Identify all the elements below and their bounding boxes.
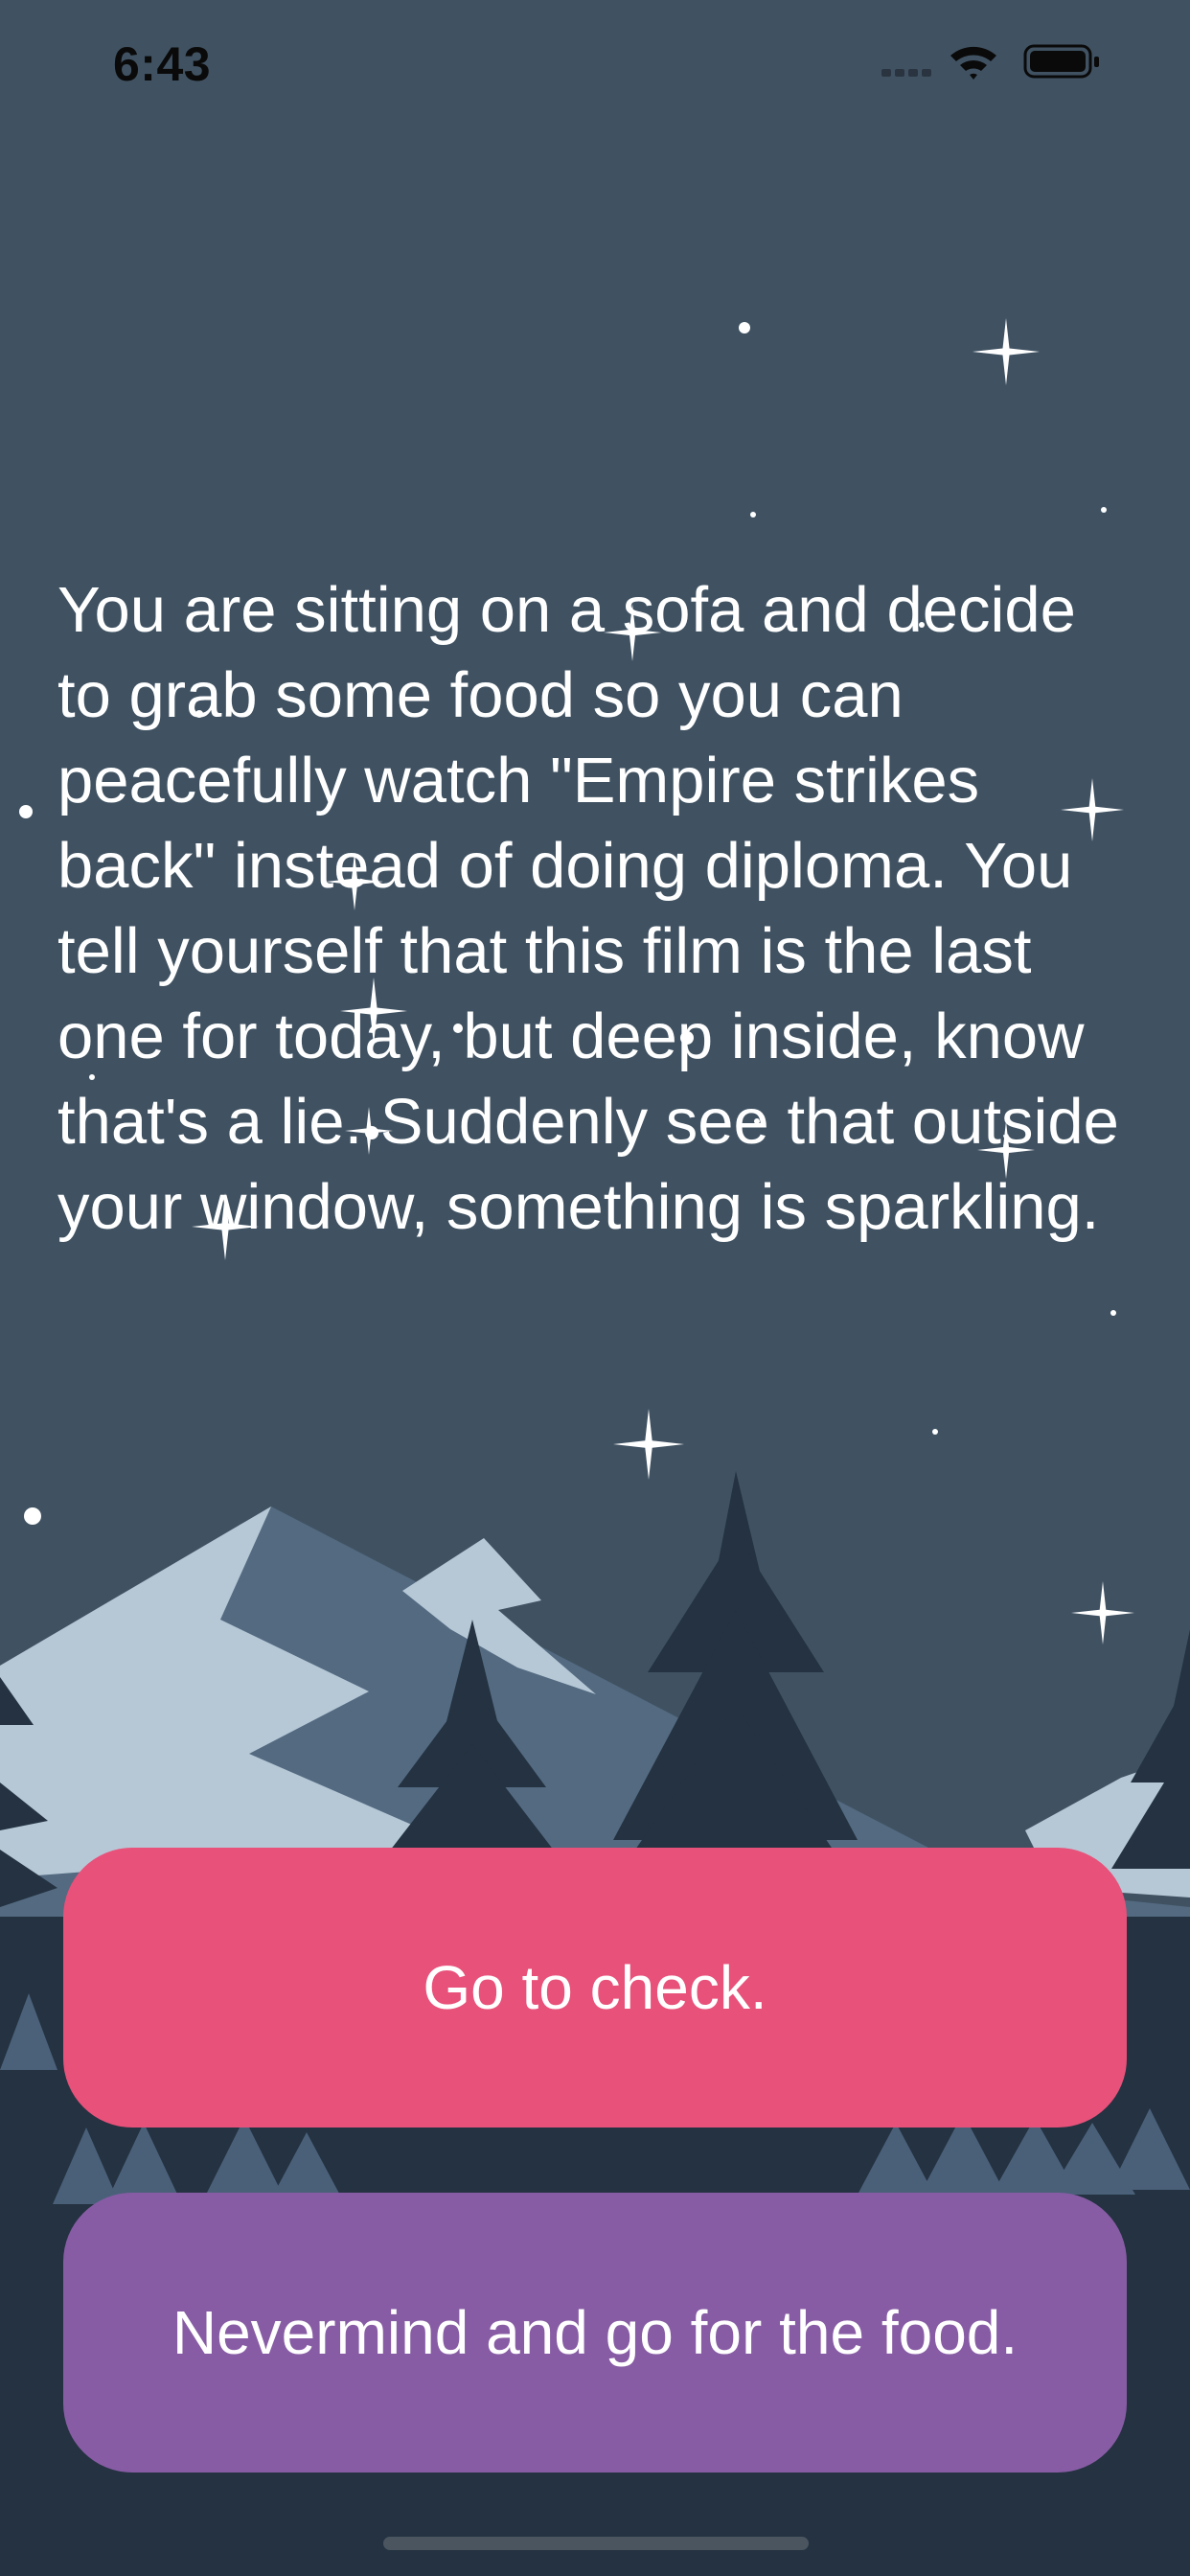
status-time: 6:43 [113,37,212,91]
go-for-food-button[interactable]: Nevermind and go for the food. [63,2193,1127,2472]
status-icons [881,44,1131,82]
signal-icon [881,69,931,77]
battery-icon [1023,44,1099,79]
night-forest-background [0,318,1190,2576]
screen: 6:43 You are sitting on a sofa and decid… [0,0,1190,2576]
go-for-food-label: Nevermind and go for the food. [172,2298,1018,2367]
status-bar: 6:43 [0,0,1190,134]
go-to-check-button[interactable]: Go to check. [63,1848,1127,2128]
story-text: You are sitting on a sofa and decide to … [57,574,1119,1243]
go-to-check-label: Go to check. [423,1953,767,2022]
wifi-icon [950,46,996,80]
home-indicator [383,2537,809,2550]
